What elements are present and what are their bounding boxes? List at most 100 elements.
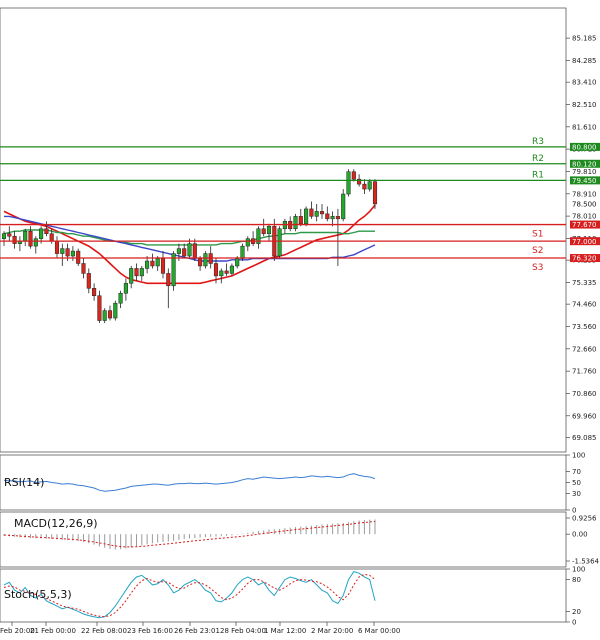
candle-body <box>107 310 113 319</box>
price-tick-label: 78.010 <box>572 213 597 221</box>
time-tick-label: 6 Mar 00:00 <box>358 627 400 635</box>
price-tick-label: 83.410 <box>572 79 597 87</box>
level-price-label: 77.000 <box>572 238 597 246</box>
forex-chart: 85.18584.28583.41082.51081.61080.71079.8… <box>0 7 600 635</box>
candle <box>97 290 102 324</box>
candle-body <box>245 238 250 247</box>
candle <box>23 228 28 247</box>
candle <box>44 221 49 237</box>
time-tick-label: 28 Feb 04:00 <box>220 627 266 635</box>
macd-tick-label: 0.9256 <box>572 515 597 523</box>
candle-body <box>7 233 12 237</box>
candle-body <box>155 258 160 267</box>
candle <box>341 189 346 222</box>
last-price-label: 78.500 <box>572 201 597 209</box>
candle-body <box>160 258 166 274</box>
candle-body <box>203 253 208 267</box>
candle <box>314 203 319 222</box>
candle-body <box>65 248 70 257</box>
stoch-title: Stoch(5,5,3) <box>4 588 72 601</box>
candle-body <box>335 216 340 220</box>
candle-body <box>319 211 325 215</box>
candle-body <box>372 181 378 205</box>
candle <box>219 268 224 284</box>
price-tick-label: 79.810 <box>572 168 597 176</box>
candle-body <box>298 216 303 225</box>
candle-body <box>92 288 97 296</box>
candle-body <box>224 270 229 274</box>
level-price-label: 77.670 <box>572 221 597 229</box>
price-tick-label: 74.460 <box>572 301 597 309</box>
time-tick-label: 26 Feb 23:01 <box>174 627 220 635</box>
time-tick-label: 1 Mar 12:00 <box>264 627 306 635</box>
candle <box>129 265 134 289</box>
price-tick-label: 69.085 <box>572 434 597 442</box>
price-tick-label: 78.910 <box>572 190 597 198</box>
price-plot-frame <box>0 7 567 453</box>
level-name-r1: R1 <box>532 170 544 180</box>
candle <box>150 253 155 269</box>
price-tick-label: 82.510 <box>572 101 597 109</box>
candle-body <box>139 268 144 277</box>
time-tick-label: 2 Mar 20:00 <box>311 627 353 635</box>
price-tick-label: 85.185 <box>572 35 597 43</box>
level-price-label: 80.120 <box>572 160 597 168</box>
candle <box>86 268 91 294</box>
candle-body <box>314 211 319 217</box>
stoch-tick-label: 20 <box>572 608 581 616</box>
candle <box>282 218 287 234</box>
candle-body <box>44 228 49 234</box>
rsi-title: RSI(14) <box>4 476 44 489</box>
candle-body <box>134 268 139 277</box>
stoch-tick-label: 0 <box>572 619 576 627</box>
macd-panel: 0.9256 0.00 -1.5364 MACD(12,26,9) <box>0 511 600 568</box>
time-tick-label: 23 Feb 16:00 <box>127 627 173 635</box>
price-tick-label: 72.660 <box>572 345 597 353</box>
candle-body <box>351 171 356 180</box>
candle-body <box>145 260 150 269</box>
candle-body <box>235 258 240 267</box>
price-tick-label: 71.760 <box>572 368 597 376</box>
candle-body <box>123 283 128 294</box>
candle-body <box>330 216 335 220</box>
level-name-r2: R2 <box>532 154 544 164</box>
candle <box>304 206 309 227</box>
candle-body <box>182 248 187 257</box>
candle <box>92 283 97 301</box>
candle <box>70 246 75 262</box>
candle-body <box>293 216 298 230</box>
candle <box>266 223 272 242</box>
candle <box>107 305 113 321</box>
rsi-tick-label: 0 <box>572 507 576 515</box>
macd-tick-label: -1.5364 <box>572 558 600 566</box>
level-price-label: 76.320 <box>572 255 597 263</box>
candle <box>1 231 7 247</box>
candle <box>54 236 60 259</box>
candle-body <box>229 265 234 274</box>
candle <box>182 243 187 259</box>
candle-body <box>33 238 38 247</box>
candle <box>60 243 65 266</box>
candle-body <box>192 243 197 259</box>
candle-body <box>60 248 65 254</box>
level-name-s3: S3 <box>532 263 543 273</box>
price-tick-label: 70.860 <box>572 390 597 398</box>
candle <box>160 251 166 279</box>
macd-title: MACD(12,26,9) <box>14 517 98 530</box>
candle <box>166 268 171 309</box>
candle-body <box>341 193 346 220</box>
candle <box>245 236 250 252</box>
candle <box>102 308 107 324</box>
candle-body <box>54 240 60 254</box>
price-tick-label: 69.960 <box>572 412 597 420</box>
macd-tick-label: 0.00 <box>572 531 588 539</box>
candle-body <box>49 233 54 242</box>
candle-body <box>97 295 102 321</box>
candle <box>251 231 256 247</box>
candle-body <box>325 213 330 220</box>
candle <box>203 251 208 269</box>
candle <box>293 213 298 232</box>
stoch-tick-label: 80 <box>572 576 581 584</box>
candle <box>256 226 261 249</box>
candle <box>288 216 293 232</box>
